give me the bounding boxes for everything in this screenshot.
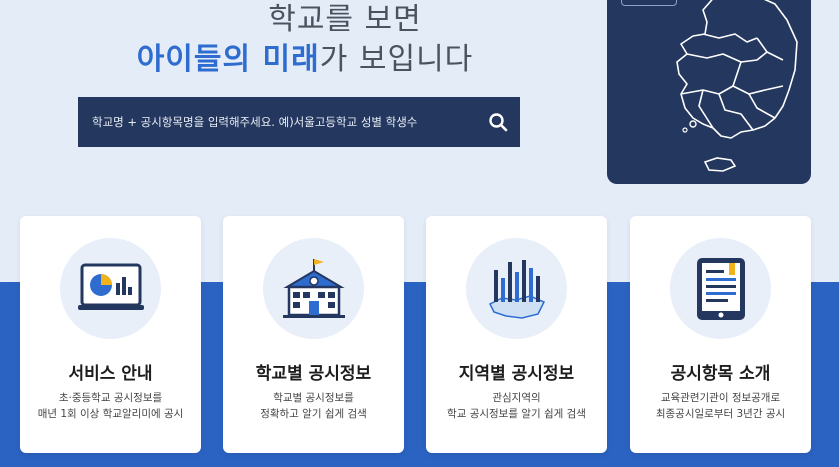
korea-map-icon[interactable] (607, 0, 811, 184)
card-description: 관심지역의 학교 공시정보를 알기 쉽게 검색 (426, 390, 607, 422)
card-disclosure-items[interactable]: 공시항목 소개 교육관련기관이 정보공개로 최종공시일로부터 3년간 공시 (630, 216, 811, 453)
card-description-line: 관심지역의 (492, 392, 541, 404)
card-description-line: 정확하고 알기 쉽게 검색 (260, 408, 367, 420)
map-tab[interactable] (621, 0, 677, 6)
school-building-icon (282, 258, 345, 318)
card-school-info[interactable]: 학교별 공시정보 학교별 공시정보를 정확하고 알기 쉽게 검색 (223, 216, 404, 453)
hero-headline-rest: 가 보입니다 (319, 42, 474, 77)
region-map-panel (607, 0, 811, 184)
card-description-line: 학교별 공시정보를 (273, 392, 354, 404)
card-description-line: 교육관련기관이 정보공개로 (660, 392, 781, 404)
card-description: 학교별 공시정보를 정확하고 알기 쉽게 검색 (223, 390, 404, 422)
regional-bar-chart-icon (488, 259, 545, 319)
card-description-line: 초·중등학교 공시정보를 (58, 392, 163, 404)
card-icon-circle (263, 238, 364, 339)
search-button[interactable] (476, 97, 520, 147)
card-description: 교육관련기관이 정보공개로 최종공시일로부터 3년간 공시 (630, 390, 811, 422)
hero-headline-accent: 아이들의 미래 (136, 42, 320, 77)
card-title: 지역별 공시정보 (458, 364, 575, 384)
hero-headline-line1: 학교를 보면 (268, 2, 422, 37)
card-icon-circle (466, 238, 567, 339)
card-title: 서비스 안내 (68, 364, 153, 384)
search-input[interactable] (78, 97, 476, 147)
tablet-document-icon (696, 257, 745, 320)
chart-monitor-icon (77, 263, 144, 310)
card-icon-circle (60, 238, 161, 339)
card-service-guide[interactable]: 서비스 안내 초·중등학교 공시정보를 매년 1회 이상 학교알리미에 공시 (20, 216, 201, 453)
search-icon (489, 113, 508, 132)
card-description-line: 학교 공시정보를 알기 쉽게 검색 (447, 408, 586, 420)
search-bar (78, 97, 520, 147)
card-description-line: 최종공시일로부터 3년간 공시 (655, 408, 786, 420)
card-title: 학교별 공시정보 (255, 364, 372, 384)
hero-headline-line2: 아이들의 미래가 보입니다 (110, 34, 500, 78)
card-icon-circle (670, 238, 771, 339)
card-description: 초·중등학교 공시정보를 매년 1회 이상 학교알리미에 공시 (20, 390, 201, 422)
card-description-line: 매년 1회 이상 학교알리미에 공시 (37, 408, 184, 420)
card-regional-info[interactable]: 지역별 공시정보 관심지역의 학교 공시정보를 알기 쉽게 검색 (426, 216, 607, 453)
card-title: 공시항목 소개 (670, 364, 771, 384)
